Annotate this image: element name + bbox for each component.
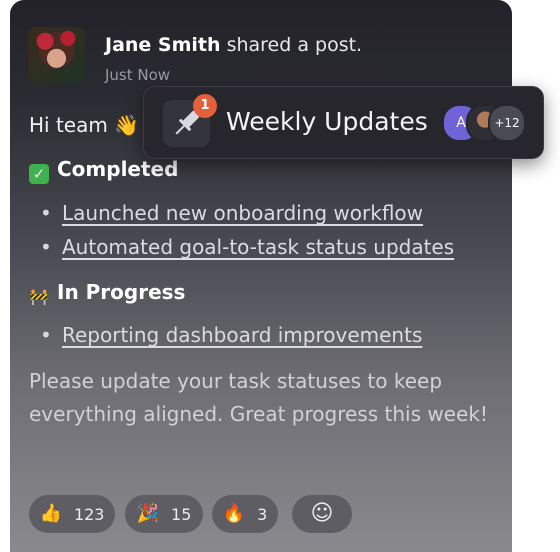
fire-icon: 🔥	[222, 503, 246, 524]
reaction-fire-button[interactable]: 🔥 3	[212, 495, 278, 533]
task-link[interactable]: Launched new onboarding workflow	[62, 201, 423, 225]
list-item: • Reporting dashboard improvements	[40, 323, 423, 347]
author-name[interactable]: Jane Smith	[105, 34, 221, 56]
list-item: • Launched new onboarding workflow	[40, 201, 424, 225]
check-mark-icon: ✓	[29, 164, 49, 184]
task-link[interactable]: Automated goal-to-task status updates	[62, 235, 454, 259]
notification-badge: 1	[193, 94, 217, 118]
section-in-progress-heading: 🚧 In Progress	[29, 280, 186, 307]
greeting-text: Hi team 👋	[29, 113, 140, 137]
task-link[interactable]: Reporting dashboard improvements	[62, 323, 422, 347]
section-completed-heading: ✓ Completed	[29, 157, 178, 184]
author-avatar[interactable]	[28, 27, 85, 84]
add-reaction-button[interactable]: ☺	[292, 495, 352, 533]
reaction-party-button[interactable]: 🎉 15	[125, 495, 203, 533]
section-completed-label: Completed	[57, 157, 179, 181]
list-item: • Automated goal-to-task status updates	[40, 235, 455, 259]
party-popper-icon: 🎉	[136, 503, 160, 524]
reaction-count: 123	[73, 504, 105, 524]
weekly-updates-popup[interactable]: 1 Weekly Updates A +12	[143, 86, 544, 159]
post-card: Jane Smith shared a post. Just Now Hi te…	[10, 0, 512, 552]
post-timestamp: Just Now	[105, 66, 171, 84]
construction-icon: 🚧	[29, 288, 49, 306]
reaction-count: 3	[257, 504, 268, 524]
post-action: shared a post.	[220, 34, 363, 56]
section-in-progress-label: In Progress	[57, 280, 186, 304]
reaction-thumbs-up-button[interactable]: 👍 123	[29, 495, 115, 533]
add-reaction-icon: ☺	[310, 501, 334, 526]
thumbs-up-icon: 👍	[39, 503, 62, 524]
post-body: Please update your task statuses to keep…	[29, 369, 488, 426]
more-members-count[interactable]: +12	[488, 104, 526, 142]
popup-title: Weekly Updates	[226, 107, 428, 136]
reaction-count: 15	[171, 504, 192, 524]
author-line: Jane Smith shared a post.	[105, 34, 362, 56]
